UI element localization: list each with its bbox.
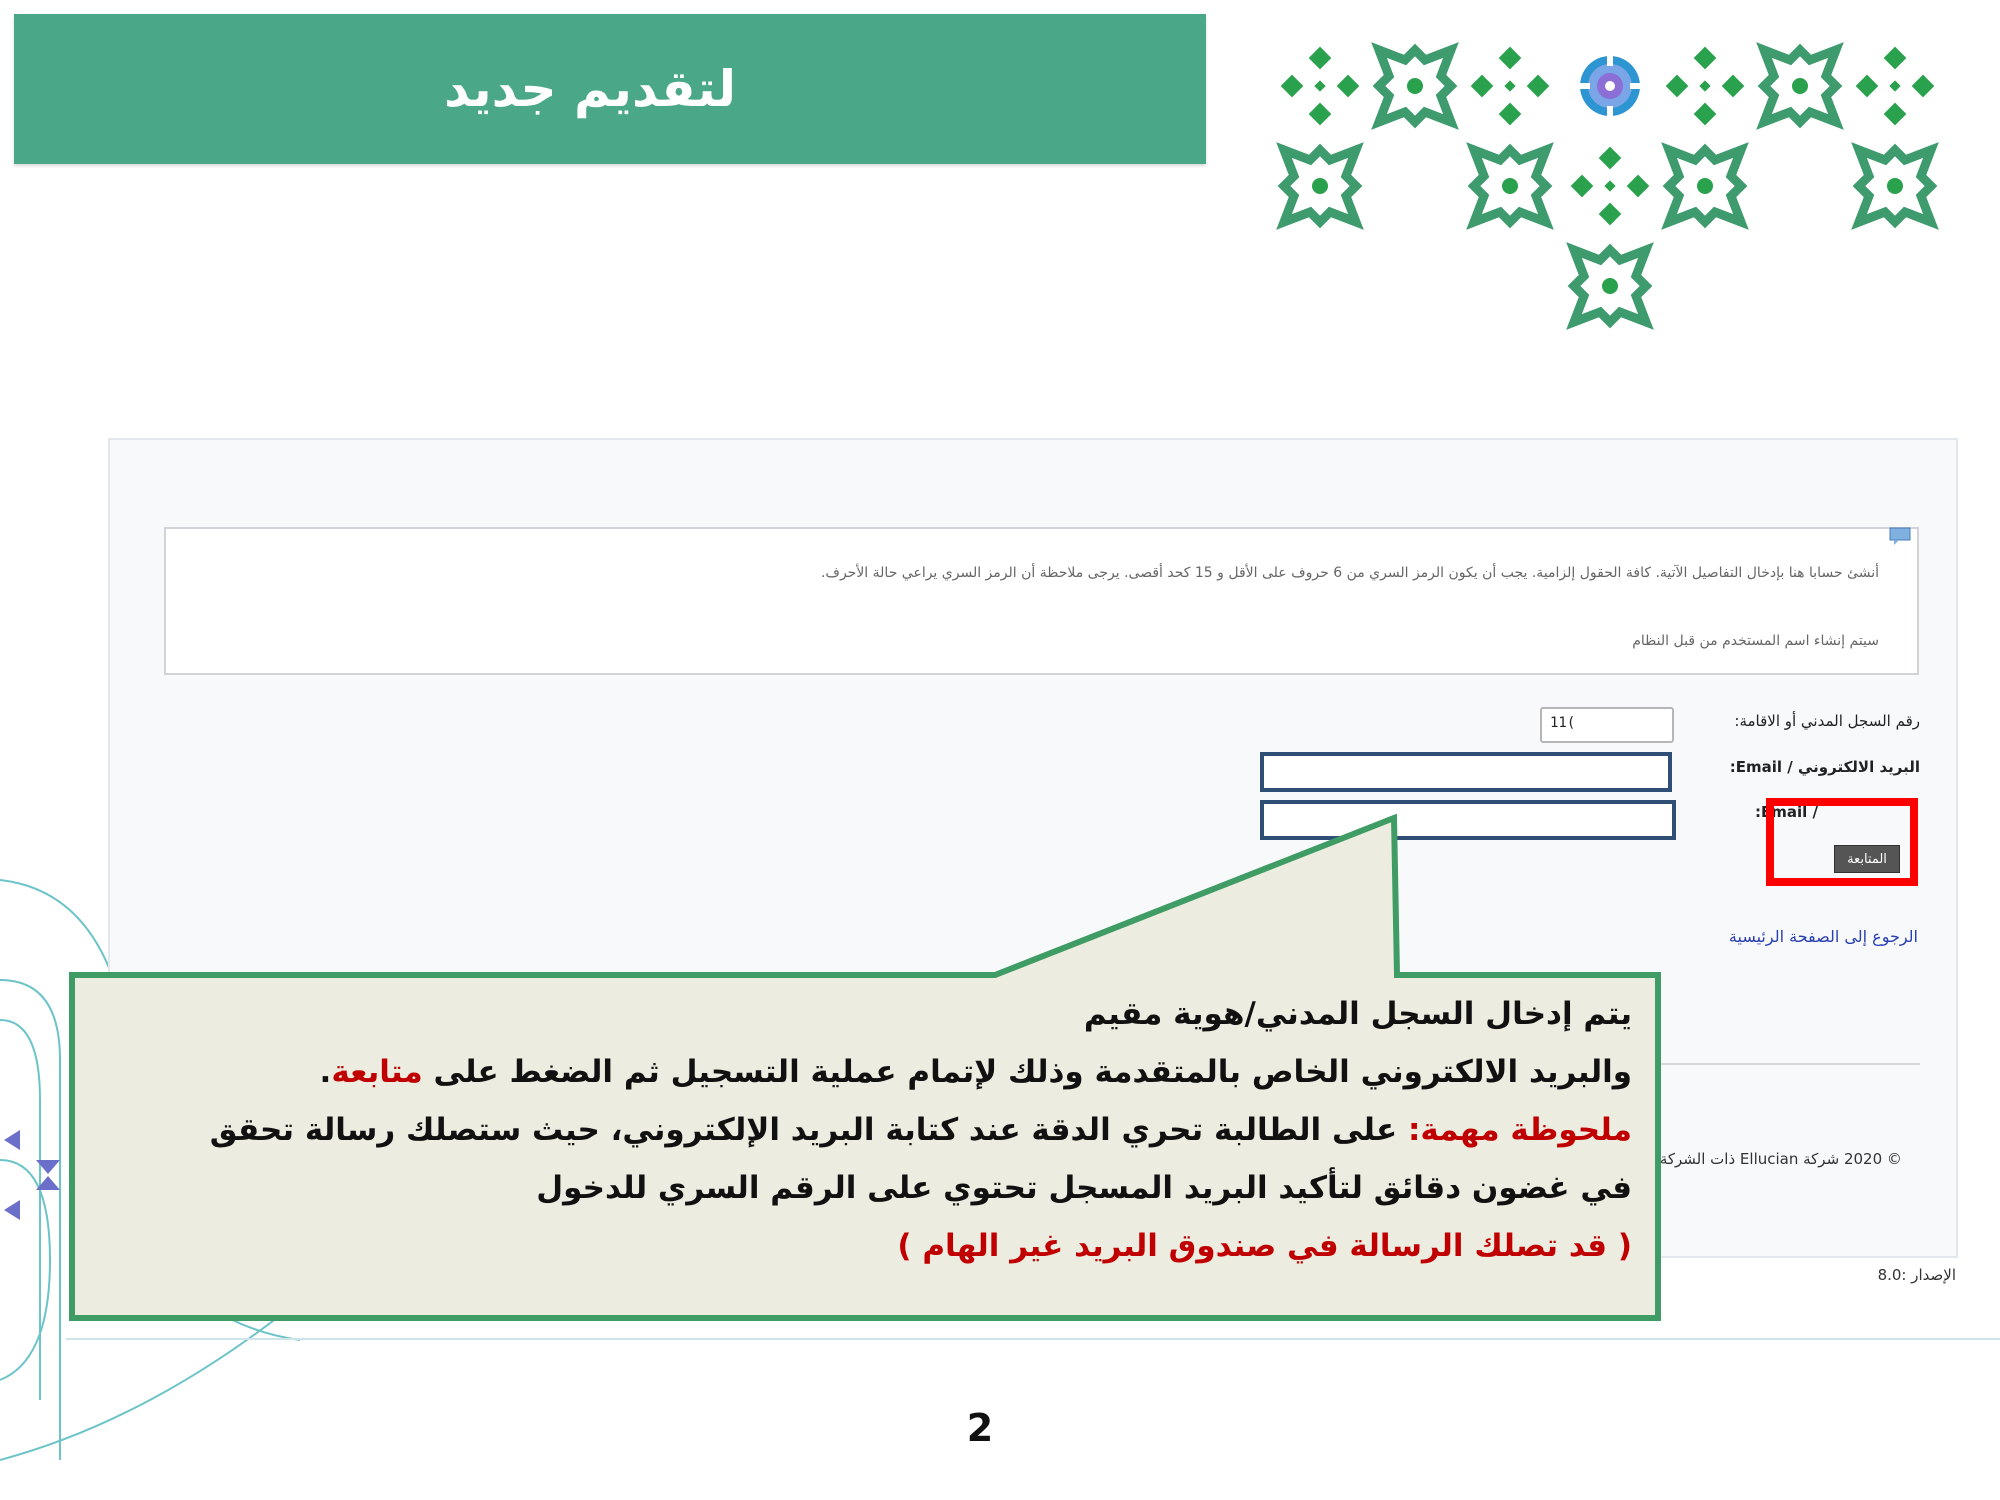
info-text-line-1: أنشئ حسابا هنا بإدخال التفاصيل الآتية. ك… [820, 565, 1879, 581]
callout-line-2: والبريد الالكتروني الخاص بالمتقدمة وذلك … [319, 1054, 1632, 1090]
sadu-star-ornament-icon [1270, 40, 1950, 340]
message-bubble-icon [1889, 527, 1911, 545]
id-number-input[interactable]: 11( [1540, 707, 1674, 743]
copyright-text: © 2020 شركة Ellucian ذات الشركة ال [1640, 1150, 1902, 1168]
info-text-line-2: سيتم إنشاء اسم المستخدم من قبل النظام [1632, 633, 1879, 649]
email-input[interactable] [1260, 752, 1672, 792]
back-to-home-link[interactable]: الرجوع إلى الصفحة الرئيسية [1729, 927, 1918, 946]
title-banner: لتقديم جديد [14, 14, 1206, 164]
id-number-label: رقم السجل المدني أو الاقامة: [1734, 712, 1920, 730]
callout-line-1: يتم إدخال السجل المدني/هوية مقيم [1083, 996, 1632, 1032]
callout-line-5: ( قد تصلك الرسالة في صندوق البريد غير ال… [897, 1228, 1632, 1264]
page-number: 2 [966, 1406, 994, 1450]
footer-line [66, 1338, 2000, 1340]
important-note-label: ملحوظة مهمة: [1407, 1112, 1632, 1148]
confirm-email-input[interactable] [1260, 800, 1676, 840]
version-text: الإصدار :8.0 [1877, 1266, 1956, 1284]
callout-line-3: ملحوظة مهمة: على الطالبة تحري الدقة عند … [209, 1112, 1632, 1148]
callout-text: يتم إدخال السجل المدني/هوية مقيم والبريد… [92, 985, 1632, 1315]
slide-title: لتقديم جديد [443, 60, 737, 118]
continue-button[interactable]: المتابعة [1834, 845, 1900, 873]
email-label: البريد الالكتروني / Email: [1729, 758, 1920, 776]
info-message-box: أنشئ حسابا هنا بإدخال التفاصيل الآتية. ك… [164, 527, 1919, 675]
continue-keyword: متابعة [331, 1054, 423, 1090]
callout-line-4: في غضون دقائق لتأكيد البريد المسجل تحتوي… [536, 1170, 1632, 1206]
